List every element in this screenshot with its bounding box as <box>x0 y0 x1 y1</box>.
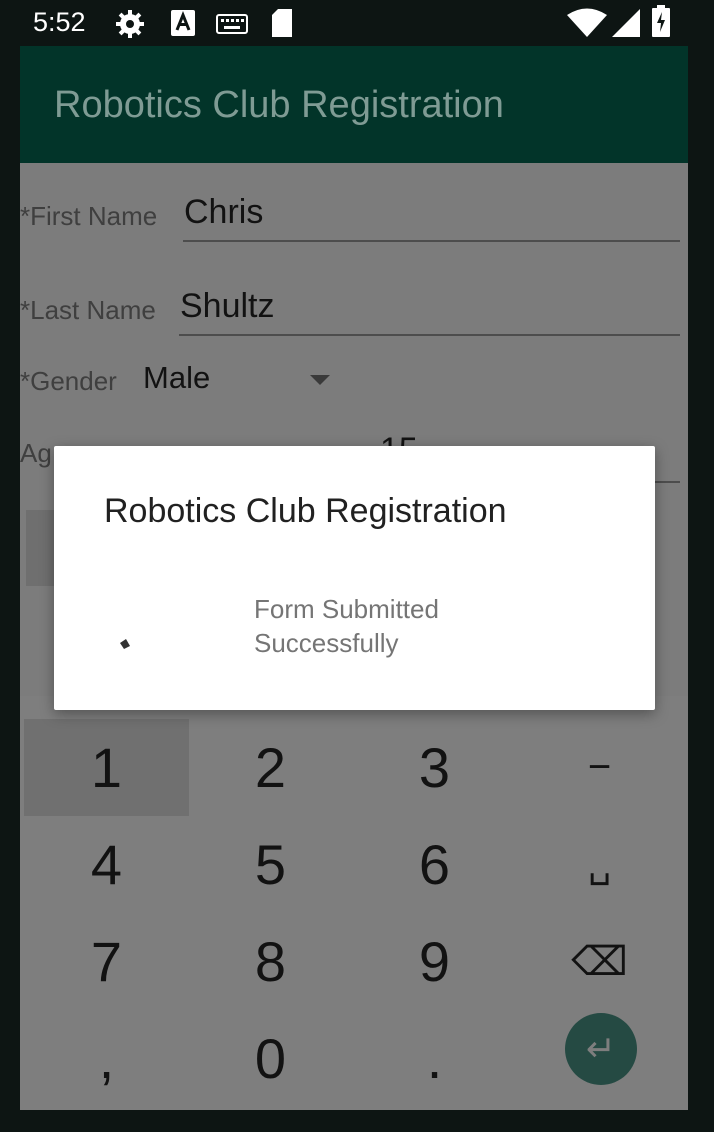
signal-icon <box>610 8 642 43</box>
success-dialog: Robotics Club Registration Form Submitte… <box>54 446 655 710</box>
key-5[interactable]: 5 <box>188 816 353 913</box>
battery-icon <box>652 5 670 42</box>
key-period[interactable]: . <box>352 1010 517 1107</box>
key-6[interactable]: 6 <box>352 816 517 913</box>
chevron-down-icon[interactable] <box>310 375 330 385</box>
numeric-keypad: 1 2 3 − 4 5 6 ␣ 7 8 9 ⌫ , 0 . ↵ <box>20 696 688 1110</box>
key-2[interactable]: 2 <box>188 719 353 816</box>
keyboard-icon <box>216 14 248 39</box>
app-title: Robotics Club Registration <box>54 84 504 126</box>
status-time: 5:52 <box>33 7 86 37</box>
key-9[interactable]: 9 <box>352 913 517 1010</box>
key-comma[interactable]: , <box>24 1010 189 1107</box>
enter-icon: ↵ <box>585 1028 617 1069</box>
status-bar: 5:52 <box>0 0 714 46</box>
gear-icon <box>115 9 145 44</box>
dialog-message: Form Submitted Successfully <box>254 594 439 658</box>
a-icon <box>170 9 196 42</box>
first-name-label: *First Name <box>20 201 158 231</box>
last-name-field[interactable]: Shultz <box>180 287 275 326</box>
first-name-underline <box>183 240 680 242</box>
age-label: Ag <box>20 438 52 468</box>
key-3[interactable]: 3 <box>352 719 517 816</box>
key-backspace[interactable]: ⌫ <box>517 913 682 1010</box>
app-bar: Robotics Club Registration <box>20 46 688 163</box>
key-1[interactable]: 1 <box>24 719 189 816</box>
progress-spinner-icon <box>118 637 132 656</box>
sd-card-icon <box>270 8 294 43</box>
key-7[interactable]: 7 <box>24 913 189 1010</box>
last-name-underline <box>179 334 680 336</box>
wifi-icon <box>567 8 607 43</box>
enter-button[interactable]: ↵ <box>565 1013 637 1085</box>
gender-spinner[interactable]: Male <box>143 360 210 396</box>
last-name-label: *Last Name <box>20 295 156 325</box>
key-8[interactable]: 8 <box>188 913 353 1010</box>
dialog-title: Robotics Club Registration <box>104 492 507 530</box>
key-space[interactable]: ␣ <box>517 816 682 913</box>
key-0[interactable]: 0 <box>188 1010 353 1107</box>
key-minus[interactable]: − <box>517 719 682 816</box>
first-name-field[interactable]: Chris <box>184 193 263 232</box>
gender-label: *Gender <box>20 366 117 396</box>
key-4[interactable]: 4 <box>24 816 189 913</box>
